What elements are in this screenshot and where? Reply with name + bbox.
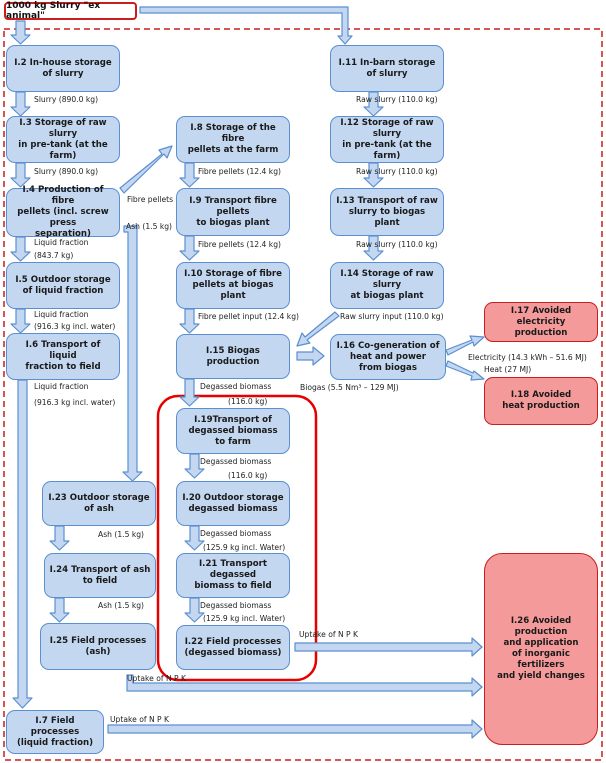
node-i11-inbarn-storage: I.11 In-barn storage of slurry (330, 45, 444, 92)
node-i23-ash-storage: I.23 Outdoor storage of ash (42, 481, 156, 526)
flow-label-liquid-3a: Liquid fraction (34, 382, 89, 391)
node-i9-fibre-transport: I.9 Transport fibre pellets to biogas pl… (176, 188, 290, 236)
node-i21-degassed-transport-field: I.21 Transport degassed biomass to field (176, 553, 290, 598)
flow-label-ash-out: Ash (1.5 kg) (126, 222, 173, 231)
flow-label-degassed-4a: Degassed biomass (200, 601, 272, 610)
flow-label-slurry-2: Slurry (890.0 kg) (34, 167, 99, 176)
source-slurry-box: 1000 kg Slurry "ex animal" (4, 1, 137, 21)
flow-label-degassed-2b: (116.0 kg) (228, 471, 268, 480)
node-i14-raw-storage-plant: I.14 Storage of raw slurry at biogas pla… (330, 262, 444, 309)
flow-label-fibre-out: Fibre pellets (127, 195, 174, 204)
arrow-i4-to-i5 (10, 236, 31, 262)
flow-label-liquid-2b: (916.3 kg incl. water) (34, 322, 116, 331)
node-i16-chp: I.16 Co-generation of heat and power fro… (330, 334, 446, 380)
flow-label-uptake-22: Uptake of N P K (299, 630, 359, 639)
arrow-i4-to-i8 (119, 145, 173, 194)
arrow-i22-to-i26 (294, 637, 483, 657)
flow-label-ash-1: Ash (1.5 kg) (98, 530, 145, 539)
flow-label-degassed-3a: Degassed biomass (200, 529, 272, 538)
node-i6-liquid-transport: I.6 Transport of liquid fraction to fiel… (6, 333, 120, 380)
flow-label-liquid-3b: (916.3 kg incl. water) (34, 398, 116, 407)
arrow-i6-to-i7 (12, 379, 33, 709)
node-i25-field-processes-ash: I.25 Field processes (ash) (40, 623, 156, 670)
flow-label-liquid-1b: (843.7 kg) (34, 251, 74, 260)
flow-label-liquid-2a: Liquid fraction (34, 310, 89, 319)
flow-label-slurry-1: Slurry (890.0 kg) (34, 95, 99, 104)
node-i26-avoided-fertilizer: I.26 Avoided production and application … (484, 553, 598, 745)
flow-label-degassed-4b: (125.9 kg incl. Water) (203, 614, 286, 623)
flow-label-fibre-input: Fibre pellet input (12.4 kg) (198, 312, 299, 321)
flow-label-ash-2: Ash (1.5 kg) (98, 601, 145, 610)
flow-label-liquid-1a: Liquid fraction (34, 238, 89, 247)
flow-label-fibre-1: Fibre pellets (12.4 kg) (198, 167, 281, 176)
flow-label-heat: Heat (27 MJ) (484, 365, 532, 374)
arrow-i4-to-i23 (122, 225, 143, 482)
arrow-source-to-i11 (139, 6, 353, 45)
node-i13-raw-transport: I.13 Transport of raw slurry to biogas p… (330, 188, 444, 236)
flow-label-degassed-1b: (116.0 kg) (228, 397, 268, 406)
node-i17-avoided-electricity: I.17 Avoided electricity production (484, 302, 598, 342)
arrow-i10-to-i15 (179, 308, 200, 334)
flow-label-raw-1: Raw slurry (110.0 kg) (356, 95, 438, 104)
arrow-i2-to-i3 (10, 91, 31, 117)
node-i18-avoided-heat: I.18 Avoided heat production (484, 377, 598, 425)
flow-label-degassed-3b: (125.9 kg incl. Water) (203, 543, 286, 552)
node-i24-ash-transport: I.24 Transport of ash to field (44, 553, 156, 598)
node-i19-degassed-transport-farm: I.19Transport of degassed biomass to far… (176, 408, 290, 454)
node-i10-fibre-storage-plant: I.10 Storage of fibre pellets at biogas … (176, 262, 290, 309)
arrow-i16-to-i18 (445, 360, 485, 381)
flow-label-fibre-2: Fibre pellets (12.4 kg) (198, 240, 281, 249)
flow-label-uptake-7: Uptake of N P K (110, 715, 170, 724)
arrow-i15-to-i19 (179, 378, 200, 407)
node-i4-fibre-pellet-production: I.4 Production of fibre pellets (incl. s… (6, 185, 120, 239)
flow-label-uptake-25: Uptake of N P K (127, 674, 187, 683)
node-i22-field-processes-degassed: I.22 Field processes (degassed biomass) (176, 625, 290, 670)
flow-label-biogas: Biogas (5.5 Nm³ – 129 MJ) (300, 383, 399, 392)
arrow-i5-to-i6 (10, 308, 31, 334)
node-i3-pretank-storage: I.3 Storage of raw slurry in pre-tank (a… (6, 116, 120, 163)
arrow-i9-to-i10 (179, 235, 200, 261)
flow-label-raw-2: Raw slurry (110.0 kg) (356, 167, 438, 176)
node-i2-inhouse-storage: I.2 In-house storage of slurry (6, 45, 120, 92)
arrow-i3-to-i4 (10, 162, 31, 188)
node-i7-field-processes-liquid: I.7 Field processes (liquid fraction) (6, 710, 104, 754)
flow-label-electricity: Electricity (14.3 kWh – 51.6 MJ) (468, 353, 587, 362)
process-flow-diagram: 1000 kg Slurry "ex animal" I.2 In-house … (0, 0, 606, 763)
arrow-source-to-i2 (10, 20, 31, 45)
node-i5-liquid-storage: I.5 Outdoor storage of liquid fraction (6, 262, 120, 309)
node-i15-biogas-production: I.15 Biogas production (176, 334, 290, 379)
arrow-i15-to-i16 (296, 346, 325, 366)
node-i12-pretank-storage: I.12 Storage of raw slurry in pre-tank (… (330, 116, 444, 163)
flow-label-raw-3: Raw slurry (110.0 kg) (356, 240, 438, 249)
flow-label-degassed-2a: Degassed biomass (200, 457, 272, 466)
node-i20-degassed-storage: I.20 Outdoor storage degassed biomass (176, 481, 290, 526)
flow-label-degassed-1a: Degassed biomass (200, 382, 272, 391)
flow-label-raw-input: Raw slurry input (110.0 kg) (340, 312, 444, 321)
arrow-i24-to-i25 (49, 597, 70, 623)
arrow-i8-to-i9 (179, 162, 200, 188)
arrow-i23-to-i24 (49, 525, 70, 551)
node-i8-fibre-storage-farm: I.8 Storage of the fibre pellets at the … (176, 116, 290, 163)
